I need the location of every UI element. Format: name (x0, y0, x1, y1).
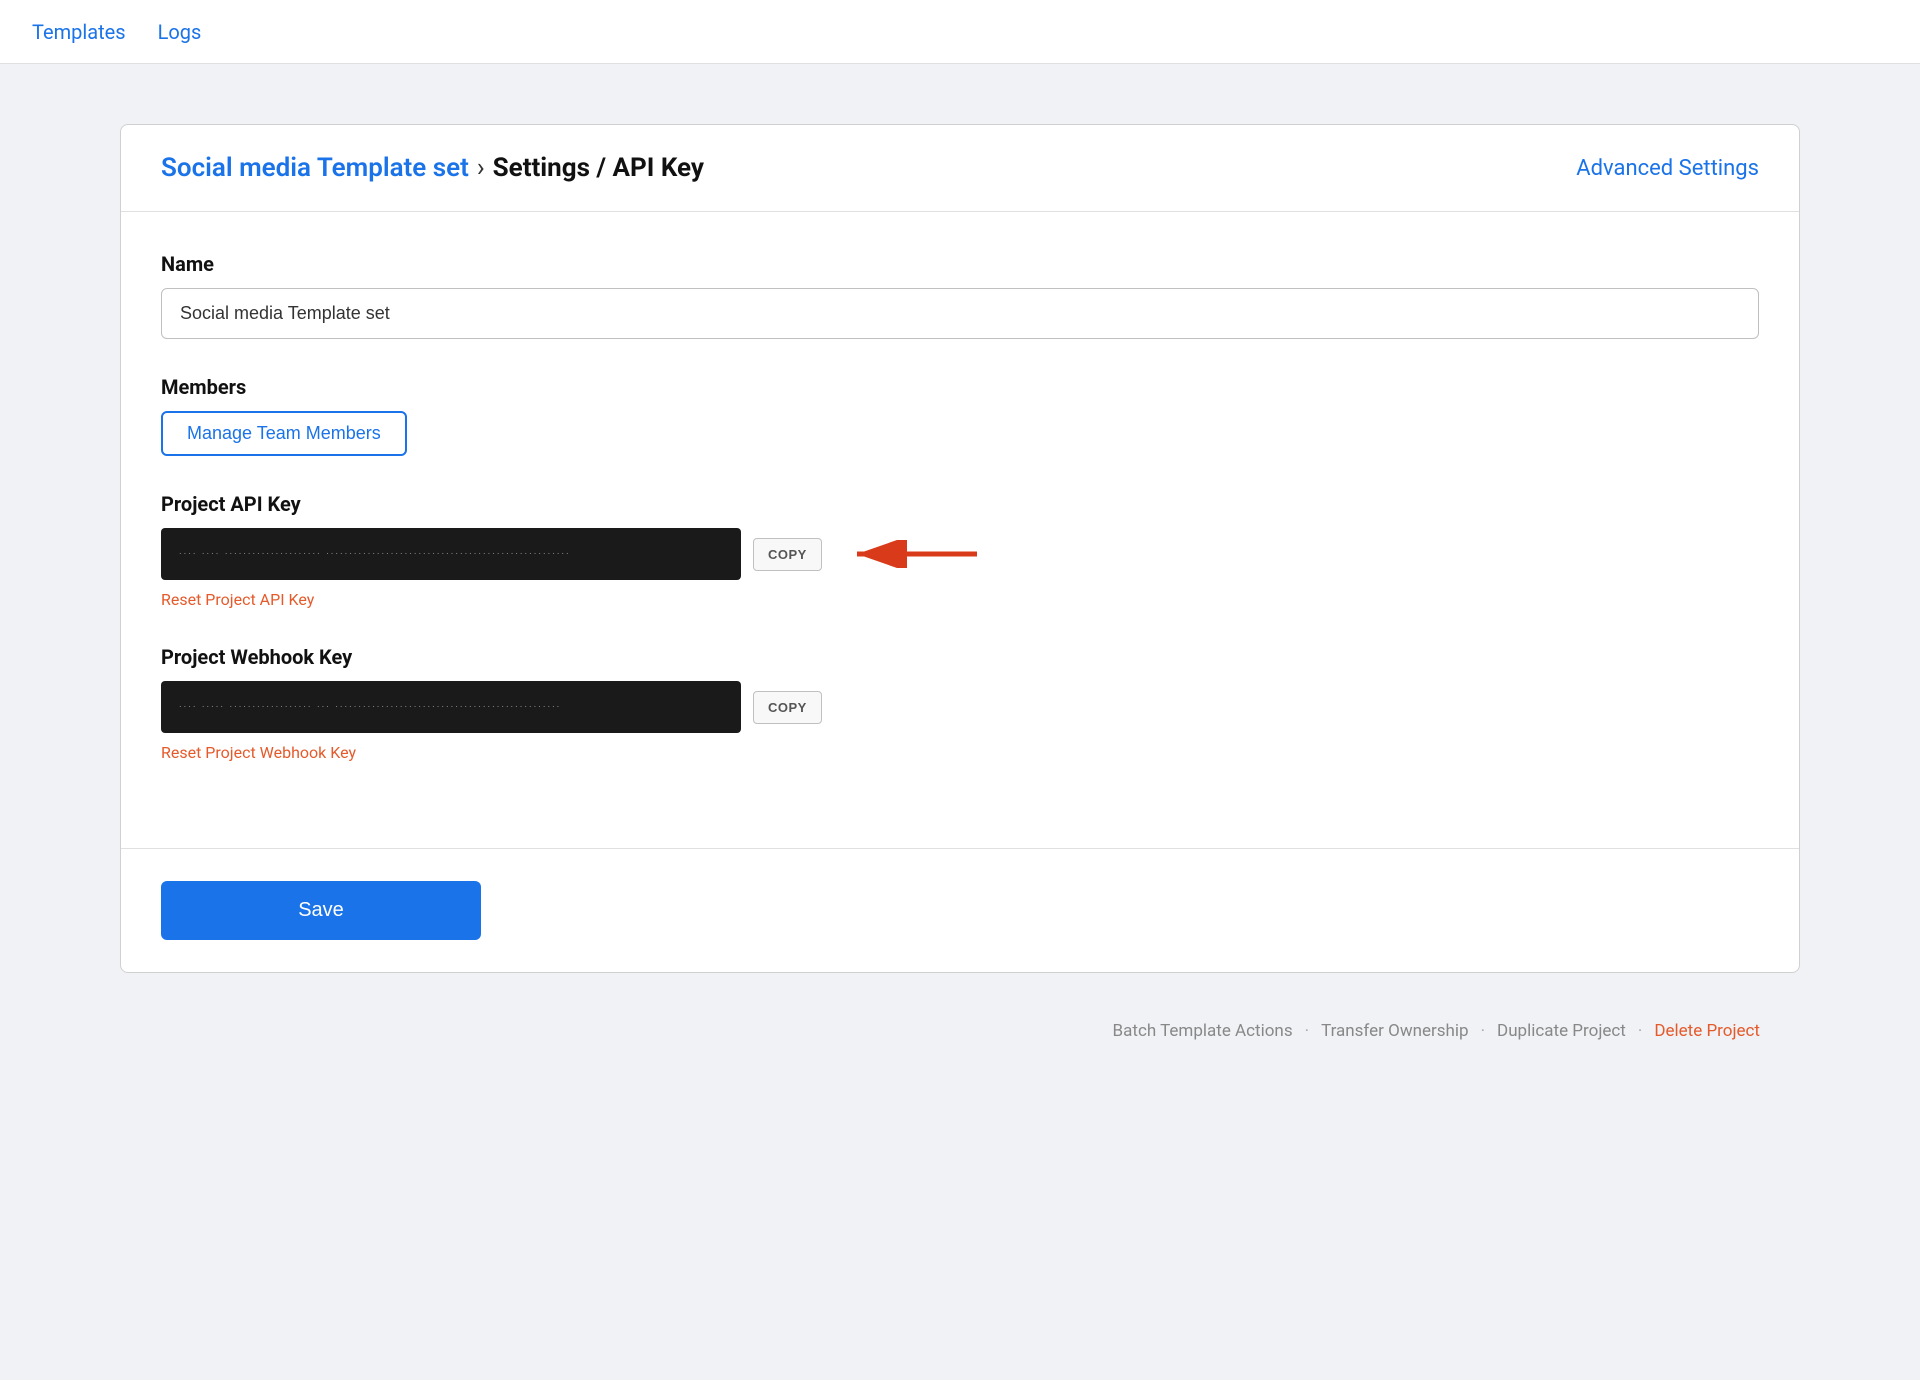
card-footer: Save (121, 848, 1799, 972)
save-button[interactable]: Save (161, 881, 481, 940)
duplicate-project-link[interactable]: Duplicate Project (1497, 1021, 1626, 1041)
top-nav: Templates Logs (0, 0, 1920, 64)
webhook-key-field: ···· ····· ·················· ··· ······… (161, 681, 741, 733)
arrow-annotation (842, 540, 982, 568)
batch-template-actions-link[interactable]: Batch Template Actions (1113, 1021, 1293, 1041)
transfer-ownership-link[interactable]: Transfer Ownership (1321, 1021, 1469, 1041)
separator-2: · (1481, 1021, 1485, 1041)
webhook-key-field-group: Project Webhook Key ···· ····· ·········… (161, 645, 1759, 762)
manage-team-button[interactable]: Manage Team Members (161, 411, 407, 456)
breadcrumb: Social media Template set › Settings / A… (161, 153, 704, 183)
webhook-key-row: ···· ····· ·················· ··· ······… (161, 681, 1759, 733)
api-key-field: ···· ···· ····················· ········… (161, 528, 741, 580)
breadcrumb-link[interactable]: Social media Template set (161, 153, 469, 183)
name-input[interactable] (161, 288, 1759, 339)
api-key-copy-button[interactable]: COPY (753, 538, 822, 571)
separator-1: · (1305, 1021, 1309, 1041)
members-label: Members (161, 375, 1759, 399)
main-content: Social media Template set › Settings / A… (0, 64, 1920, 1101)
api-key-label: Project API Key (161, 492, 1759, 516)
nav-logs[interactable]: Logs (158, 20, 202, 44)
api-key-row: ···· ···· ····················· ········… (161, 528, 1759, 580)
advanced-settings-link[interactable]: Advanced Settings (1576, 156, 1759, 181)
separator-3: · (1638, 1021, 1642, 1041)
webhook-key-masked: ···· ····· ·················· ··· ······… (179, 702, 561, 713)
webhook-key-copy-button[interactable]: COPY (753, 691, 822, 724)
api-key-field-group: Project API Key ···· ···· ··············… (161, 492, 1759, 609)
reset-webhook-key-link[interactable]: Reset Project Webhook Key (161, 743, 356, 762)
copy-arrow-icon (842, 540, 982, 568)
reset-api-key-link[interactable]: Reset Project API Key (161, 590, 314, 609)
nav-templates[interactable]: Templates (32, 20, 126, 44)
delete-project-link[interactable]: Delete Project (1654, 1021, 1760, 1041)
bottom-actions: Batch Template Actions · Transfer Owners… (120, 993, 1800, 1041)
webhook-key-label: Project Webhook Key (161, 645, 1759, 669)
breadcrumb-current: Settings / API Key (493, 153, 704, 183)
card-header: Social media Template set › Settings / A… (121, 125, 1799, 212)
name-label: Name (161, 252, 1759, 276)
breadcrumb-separator: › (477, 153, 485, 183)
settings-card: Social media Template set › Settings / A… (120, 124, 1800, 973)
members-field-group: Members Manage Team Members (161, 375, 1759, 456)
card-body: Name Members Manage Team Members Project… (121, 212, 1799, 848)
name-field-group: Name (161, 252, 1759, 339)
api-key-masked: ···· ···· ····················· ········… (179, 549, 571, 560)
